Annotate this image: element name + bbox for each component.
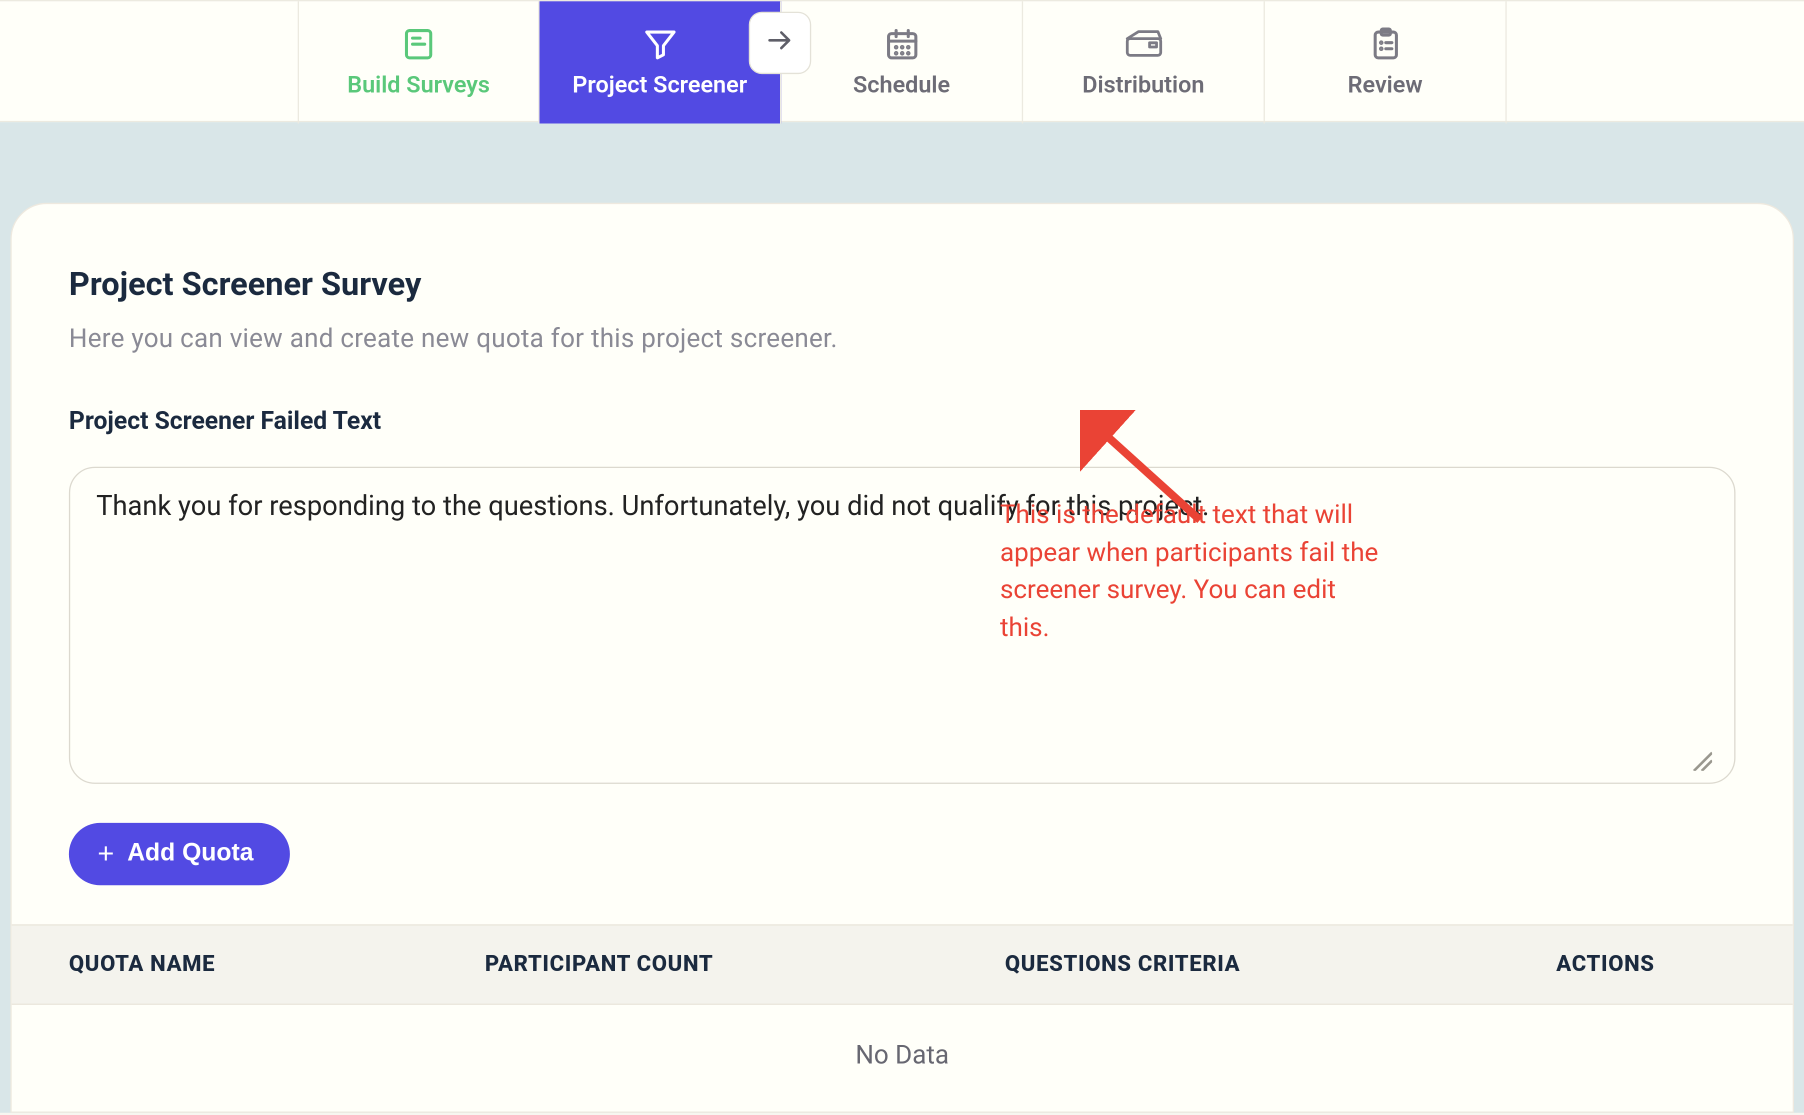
add-quota-label: Add Quota (127, 840, 253, 869)
add-quota-button[interactable]: + Add Quota (69, 823, 290, 885)
failed-text-heading: Project Screener Failed Text (69, 406, 1736, 436)
tab-label: Project Screener (572, 71, 747, 98)
next-arrow-badge[interactable] (749, 12, 811, 74)
tab-label: Build Surveys (347, 71, 490, 98)
resize-handle-icon[interactable] (1689, 748, 1712, 771)
tab-label: Distribution (1082, 71, 1204, 98)
arrow-right-icon (764, 25, 795, 61)
tab-review[interactable]: Review (1265, 1, 1507, 123)
tab-label: Review (1348, 71, 1423, 98)
top-nav: Build Surveys Project Screener Schedule (0, 0, 1804, 122)
failed-text-input[interactable] (69, 467, 1736, 784)
tab-schedule[interactable]: Schedule (781, 1, 1023, 123)
page-title: Project Screener Survey (69, 267, 1736, 305)
clipboard-icon (1366, 27, 1405, 61)
quota-table-header: QUOTA NAME PARTICIPANT COUNT QUESTIONS C… (12, 924, 1793, 1005)
tab-build-surveys[interactable]: Build Surveys (298, 1, 540, 123)
doc-icon (399, 27, 438, 61)
funnel-icon (640, 27, 679, 61)
th-quota-name: QUOTA NAME (69, 952, 485, 978)
mailbox-icon (1124, 27, 1163, 61)
tab-project-screener[interactable]: Project Screener (540, 1, 782, 123)
main-card: Project Screener Survey Here you can vie… (10, 203, 1794, 1113)
table-empty-text: No Data (12, 1005, 1793, 1104)
plus-icon: + (98, 840, 115, 869)
tab-label: Schedule (853, 71, 950, 98)
tab-distribution[interactable]: Distribution (1023, 1, 1265, 123)
th-questions-criteria: QUESTIONS CRITERIA (1005, 952, 1476, 978)
th-participant-count: PARTICIPANT COUNT (485, 952, 1005, 978)
calendar-icon (882, 27, 921, 61)
page-subtitle: Here you can view and create new quota f… (69, 322, 1736, 353)
th-actions: ACTIONS (1476, 952, 1736, 978)
